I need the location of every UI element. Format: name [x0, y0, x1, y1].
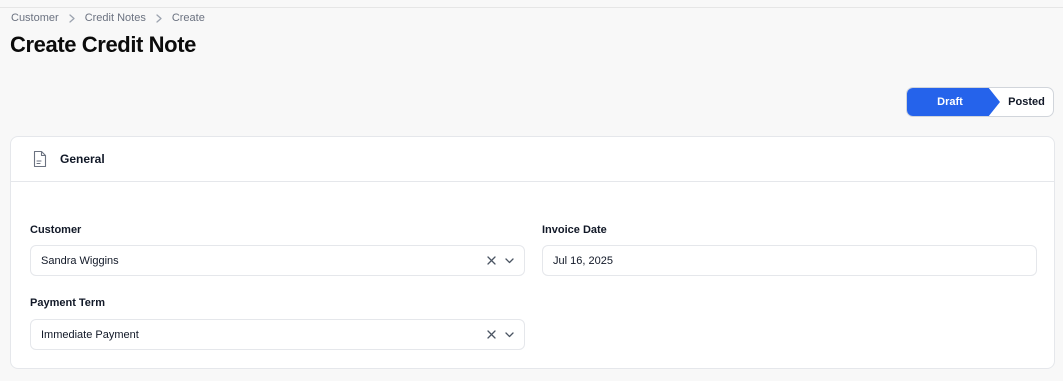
payment-term-label: Payment Term	[30, 297, 105, 309]
chevron-down-icon[interactable]	[505, 331, 514, 338]
chevron-right-icon	[156, 13, 162, 23]
top-divider	[0, 7, 1063, 8]
clear-icon[interactable]	[487, 330, 496, 339]
page-title: Create Credit Note	[10, 32, 196, 57]
section-header: General	[11, 137, 1054, 182]
payment-term-select[interactable]: Immediate Payment	[30, 319, 525, 350]
status-step-posted[interactable]: Posted	[987, 88, 1053, 116]
chevron-right-icon	[69, 13, 75, 23]
clear-icon[interactable]	[487, 256, 496, 265]
invoice-date-label: Invoice Date	[542, 224, 607, 236]
status-step-draft[interactable]: Draft	[907, 88, 1000, 116]
customer-value: Sandra Wiggins	[41, 254, 119, 267]
breadcrumb-customer[interactable]: Customer	[11, 12, 59, 24]
customer-label: Customer	[30, 224, 82, 236]
chevron-down-icon[interactable]	[505, 257, 514, 264]
payment-term-value: Immediate Payment	[41, 328, 139, 341]
customer-select[interactable]: Sandra Wiggins	[30, 245, 525, 276]
breadcrumb-create: Create	[171, 12, 205, 24]
breadcrumb: Customer Credit Notes Create	[11, 11, 205, 25]
section-title: General	[60, 152, 105, 166]
status-stepper: Draft Posted	[906, 87, 1054, 117]
invoice-date-value: Jul 16, 2025	[553, 254, 613, 267]
invoice-date-field[interactable]: Jul 16, 2025	[542, 245, 1037, 276]
general-section: General Customer Sandra Wiggins Invoice …	[10, 136, 1055, 369]
document-icon	[33, 150, 47, 168]
breadcrumb-credit-notes[interactable]: Credit Notes	[85, 12, 146, 24]
